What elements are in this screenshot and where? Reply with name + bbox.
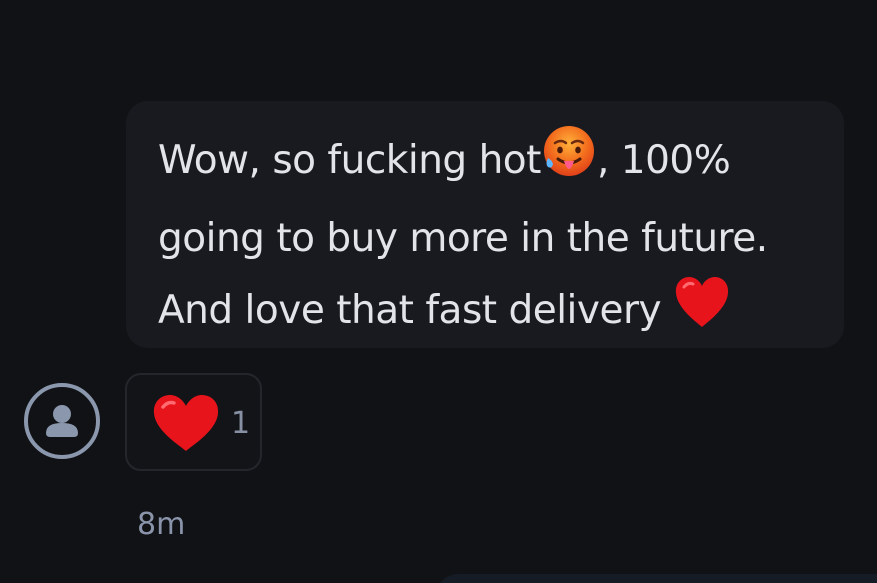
message-line-2: going to buy more in the future. <box>158 203 824 275</box>
message-text: Wow, so fucking hot <box>158 138 541 183</box>
message-text: And love that fast delivery <box>158 288 673 333</box>
hot-face-icon <box>541 123 597 203</box>
avatar[interactable] <box>24 383 100 459</box>
red-heart-icon <box>151 393 221 457</box>
message-text: , 100% <box>596 138 731 183</box>
message-timestamp: 8m <box>137 507 186 542</box>
message-line-3: And love that fast delivery <box>158 275 824 353</box>
next-message-bubble <box>436 574 877 583</box>
message-line-1: Wow, so fucking hot , 100% <box>158 123 824 203</box>
message-bubble[interactable]: Wow, so fucking hot , 100% going to buy <box>126 101 844 348</box>
chat-screen: Wow, so fucking hot , 100% going to buy <box>0 0 877 583</box>
red-heart-icon <box>673 275 731 353</box>
message-text: going to buy more in the future. <box>158 216 768 261</box>
reaction-count: 1 <box>231 406 251 441</box>
user-icon <box>46 405 78 437</box>
reaction-heart-button[interactable]: 1 <box>125 373 262 471</box>
